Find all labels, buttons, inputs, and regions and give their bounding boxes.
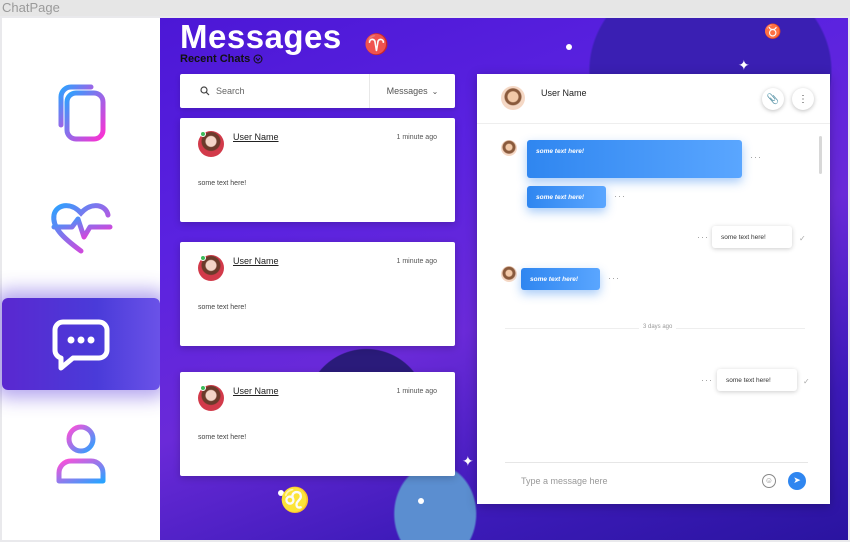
- chat-list-item[interactable]: User Name 1 minute ago some text here!: [180, 242, 455, 346]
- conversation-user-name: User Name: [541, 88, 587, 98]
- window-title: ChatPage: [0, 0, 850, 16]
- message-input[interactable]: [505, 475, 762, 486]
- message-bubble-received: some text here!: [527, 186, 606, 208]
- sidebar: [2, 18, 160, 540]
- recent-chats-dropdown[interactable]: Recent Chats: [180, 53, 263, 65]
- avatar: [501, 86, 525, 110]
- search-bar: Messages ⌄: [180, 74, 455, 108]
- chat-user-name: User Name: [233, 256, 279, 266]
- send-button[interactable]: ➤: [788, 471, 806, 490]
- online-indicator: [200, 385, 206, 391]
- chat-list-item[interactable]: User Name 1 minute ago some text here!: [180, 372, 455, 476]
- read-check-icon: ✓: [803, 377, 810, 386]
- avatar: [501, 266, 517, 282]
- copy-icon: [58, 84, 106, 142]
- heart-pulse-icon: [51, 203, 113, 254]
- message-bubble-sent: some text here!: [712, 226, 792, 248]
- chat-preview-text: some text here!: [198, 434, 247, 441]
- chat-bubble-icon: [52, 319, 110, 371]
- page-title: Messages: [180, 18, 342, 55]
- message-options-icon[interactable]: ···: [608, 273, 620, 283]
- recent-chats-label: Recent Chats: [180, 53, 251, 65]
- sidebar-item-health[interactable]: [2, 182, 160, 274]
- avatar: [198, 255, 224, 281]
- send-icon: ➤: [793, 475, 801, 485]
- sparkle-decoration: ✦: [738, 57, 750, 73]
- messages-filter-label: Messages: [386, 86, 428, 96]
- zodiac-decoration: ♈: [364, 34, 389, 56]
- search-input[interactable]: [216, 86, 356, 96]
- online-indicator: [200, 255, 206, 261]
- sparkle-decoration: ✦: [462, 453, 474, 469]
- sidebar-item-profile[interactable]: [2, 408, 160, 500]
- messages-filter-dropdown[interactable]: Messages ⌄: [369, 74, 455, 108]
- star-decoration: [566, 44, 572, 50]
- main-panel: ✦ ✦ ♉ ♈ ♌ Messages Recent Chats Messages…: [160, 18, 848, 540]
- avatar: [198, 131, 224, 157]
- search-icon: [200, 86, 210, 96]
- read-check-icon: ✓: [799, 234, 806, 243]
- user-icon: [56, 424, 106, 484]
- chevron-down-icon: ⌄: [431, 86, 439, 96]
- avatar: [198, 385, 224, 411]
- message-options-icon[interactable]: ···: [614, 191, 626, 201]
- conversation-panel: User Name 📎 ⋮ some text here! ··· some t…: [477, 74, 830, 504]
- scrollbar[interactable]: [819, 136, 822, 174]
- star-decoration: [418, 498, 424, 504]
- chat-timestamp: 1 minute ago: [396, 134, 437, 141]
- message-options-icon[interactable]: ···: [750, 152, 762, 162]
- message-bubble-received: some text here!: [521, 268, 600, 290]
- message-bubble-sent: some text here!: [717, 369, 797, 391]
- chevron-down-icon: [253, 54, 263, 64]
- message-bubble-received: some text here!: [527, 140, 742, 178]
- date-divider-label: 3 days ago: [639, 324, 677, 330]
- paperclip-icon: 📎: [766, 93, 780, 105]
- more-options-button[interactable]: ⋮: [792, 88, 814, 110]
- app-window: ✦ ✦ ♉ ♈ ♌ Messages Recent Chats Messages…: [0, 16, 850, 542]
- search-field[interactable]: [180, 74, 369, 108]
- zodiac-decoration: ♉: [764, 23, 782, 39]
- zodiac-decoration: ♌: [280, 487, 310, 514]
- chat-preview-text: some text here!: [198, 304, 247, 311]
- avatar: [501, 140, 517, 156]
- chat-list-item[interactable]: User Name 1 minute ago some text here!: [180, 118, 455, 222]
- chat-preview-text: some text here!: [198, 180, 247, 187]
- chat-timestamp: 1 minute ago: [396, 388, 437, 395]
- conversation-header: User Name 📎 ⋮: [477, 74, 830, 124]
- sidebar-item-messages[interactable]: [2, 298, 160, 390]
- attach-button[interactable]: 📎: [762, 88, 784, 110]
- chat-user-name: User Name: [233, 386, 279, 396]
- message-options-icon[interactable]: ···: [701, 375, 713, 385]
- emoji-icon[interactable]: ☺: [762, 473, 776, 488]
- compose-bar: ☺ ➤: [505, 462, 808, 498]
- online-indicator: [200, 131, 206, 137]
- more-vertical-icon: ⋮: [798, 93, 808, 105]
- chat-user-name: User Name: [233, 132, 279, 142]
- sidebar-item-copy[interactable]: [2, 68, 160, 160]
- chat-timestamp: 1 minute ago: [396, 258, 437, 265]
- message-options-icon[interactable]: ···: [697, 232, 709, 242]
